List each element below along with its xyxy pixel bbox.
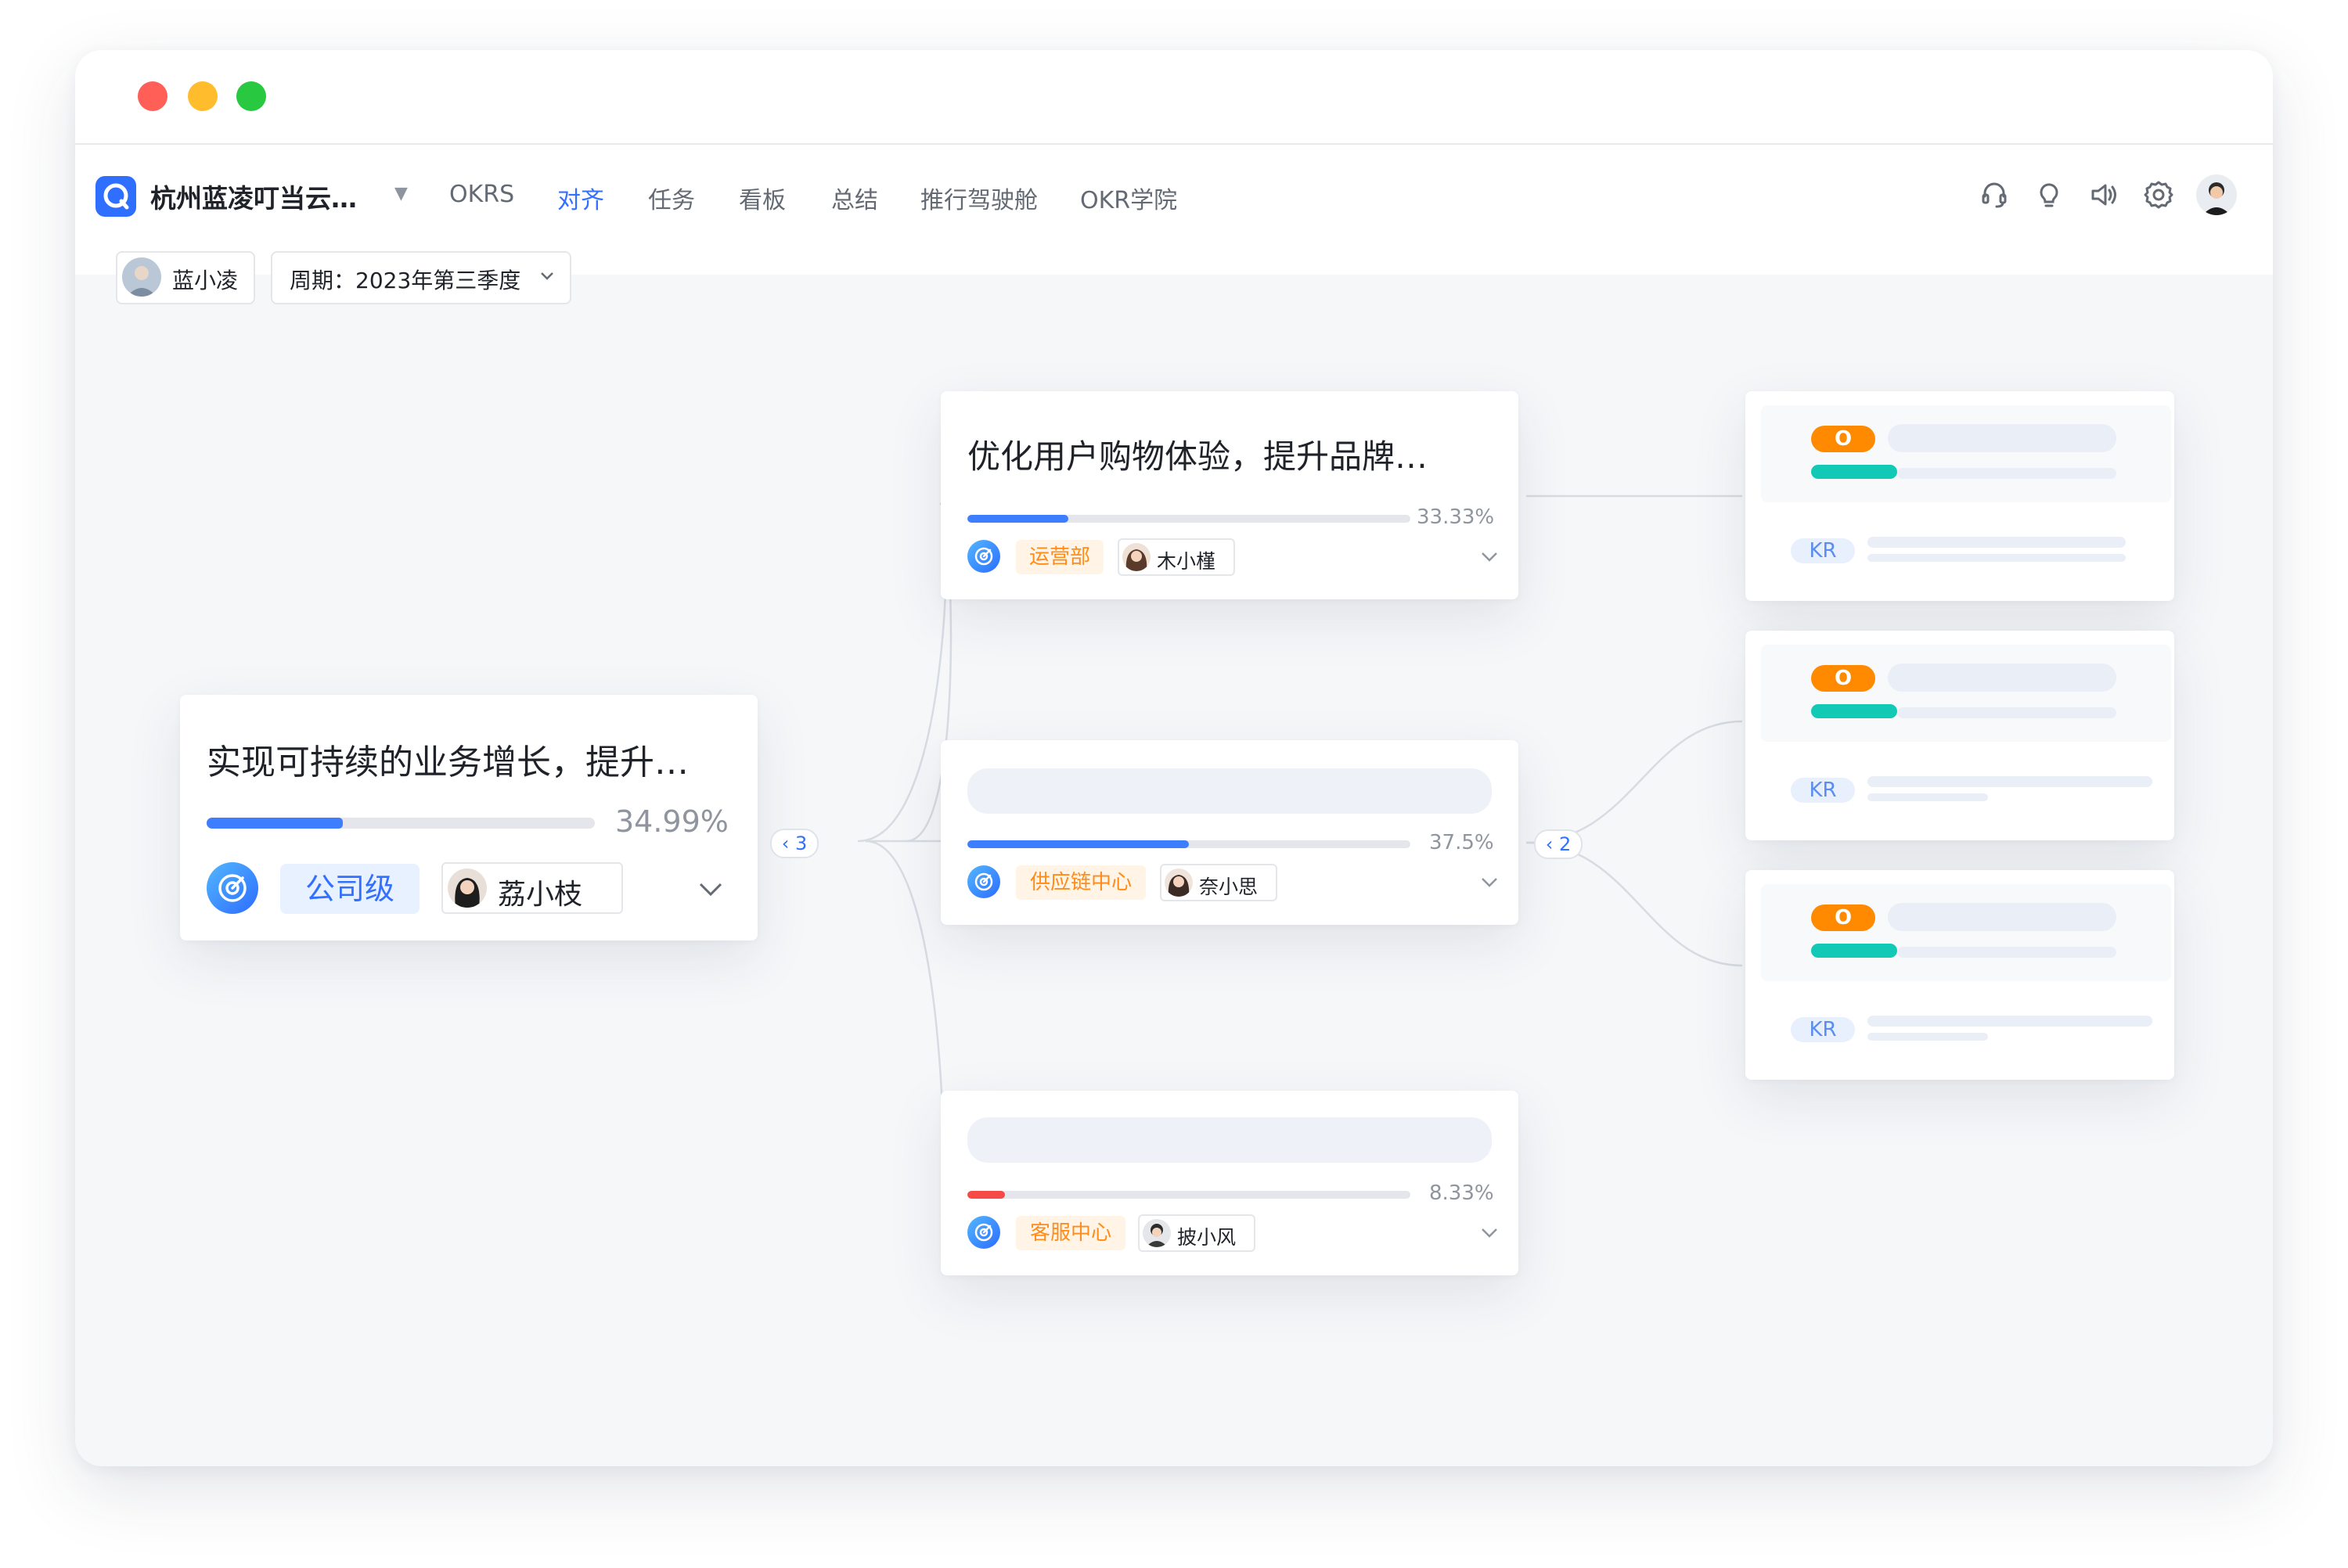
progress-track	[1897, 947, 2116, 958]
objective-target-icon	[967, 540, 1000, 573]
objective-preview-panel: O	[1761, 884, 2171, 981]
okr-preview-card[interactable]: O KR	[1745, 631, 2174, 840]
expand-chevron-icon[interactable]	[1479, 1222, 1500, 1246]
children-toggle-badge[interactable]: ‹ 2	[1534, 829, 1583, 859]
root-objective-card[interactable]: 实现可持续的业务增长，提升… 34.99% 公司级 荔小枝	[180, 695, 758, 940]
objective-progress-fill	[967, 515, 1069, 523]
objective-progress-bar	[967, 1191, 1410, 1199]
children-toggle-badge[interactable]: ‹ 3	[770, 829, 819, 858]
key-result-placeholder	[1867, 537, 2126, 548]
objective-progress-fill	[967, 1191, 1006, 1199]
objective-target-icon	[207, 862, 258, 914]
key-result-placeholder	[1867, 1016, 2152, 1027]
owner-avatar	[1143, 1219, 1171, 1247]
objective-preview-panel: O	[1761, 405, 2171, 502]
key-result-placeholder	[1867, 554, 2126, 562]
owner-name: 披小风	[1177, 1226, 1237, 1249]
owner-name: 荔小枝	[498, 879, 583, 911]
owner-avatar	[1122, 543, 1151, 571]
app-window: 杭州蓝凌叮当云… ▼ OKRS 对齐 任务 看板 总结 推行驾驶舱 OKR学院	[75, 50, 2273, 1466]
objective-title[interactable]: 实现可持续的业务增长，提升…	[207, 734, 689, 784]
child-objective-card[interactable]: 8.33% 客服中心 披小风	[941, 1091, 1518, 1275]
objective-target-icon	[967, 865, 1000, 898]
objective-tag: O	[1811, 665, 1875, 692]
objective-owner-chip[interactable]: 荔小枝	[441, 862, 623, 914]
owner-name: 木小槿	[1157, 550, 1216, 573]
expand-chevron-icon[interactable]	[1479, 872, 1500, 895]
child-objective-card[interactable]: 优化用户购物体验，提升品牌… 33.33% 运营部 木小槿	[941, 391, 1518, 599]
objective-preview-panel: O	[1761, 645, 2171, 742]
objective-owner-chip[interactable]: 木小槿	[1118, 538, 1235, 576]
children-count: 3	[794, 833, 808, 854]
progress-track	[1897, 468, 2116, 479]
children-count: 2	[1558, 833, 1572, 855]
objective-owner-chip[interactable]: 奈小思	[1160, 864, 1277, 901]
key-result-placeholder	[1867, 776, 2152, 787]
objective-progress-fill	[1811, 944, 1897, 958]
department-tag: 供应链中心	[1016, 865, 1146, 900]
objective-progress-label: 37.5%	[1429, 831, 1494, 854]
owner-avatar	[448, 869, 487, 908]
objective-title-placeholder	[967, 768, 1492, 814]
child-objective-card[interactable]: 37.5% 供应链中心 奈小思	[941, 740, 1518, 925]
objective-title[interactable]: 优化用户购物体验，提升品牌…	[967, 430, 1428, 478]
objective-title-placeholder	[1888, 424, 2116, 452]
owner-avatar	[1165, 869, 1193, 897]
okr-preview-card[interactable]: O KR	[1745, 391, 2174, 601]
owner-name: 奈小思	[1199, 876, 1259, 898]
objective-progress-label: 34.99%	[615, 804, 729, 839]
objective-progress-label: 33.33%	[1417, 505, 1495, 529]
objective-title-placeholder	[1888, 903, 2116, 931]
key-result-tag: KR	[1791, 778, 1855, 803]
objective-progress-bar	[967, 515, 1410, 523]
key-result-placeholder	[1867, 793, 1988, 801]
objective-title-placeholder	[1888, 664, 2116, 692]
objective-progress-label: 8.33%	[1429, 1181, 1494, 1205]
objective-progress-fill	[1811, 465, 1897, 479]
objective-target-icon	[967, 1216, 1000, 1249]
key-result-placeholder	[1867, 1033, 1988, 1041]
objective-title-placeholder	[967, 1117, 1492, 1163]
objective-level-tag: 公司级	[280, 864, 420, 914]
objective-tag: O	[1811, 904, 1875, 931]
objective-progress-fill	[967, 840, 1189, 848]
expand-chevron-icon[interactable]	[697, 875, 725, 906]
key-result-tag: KR	[1791, 1017, 1855, 1042]
department-tag: 运营部	[1016, 540, 1104, 574]
expand-chevron-icon[interactable]	[1479, 546, 1500, 570]
objective-progress-bar	[967, 840, 1410, 848]
objective-progress-fill	[207, 818, 343, 829]
objective-owner-chip[interactable]: 披小风	[1138, 1214, 1255, 1252]
okr-preview-card[interactable]: O KR	[1745, 870, 2174, 1080]
progress-track	[1897, 707, 2116, 718]
department-tag: 客服中心	[1016, 1216, 1125, 1250]
objective-progress-bar	[207, 818, 595, 829]
objective-progress-fill	[1811, 704, 1897, 718]
objective-tag: O	[1811, 426, 1875, 452]
key-result-tag: KR	[1791, 538, 1855, 563]
